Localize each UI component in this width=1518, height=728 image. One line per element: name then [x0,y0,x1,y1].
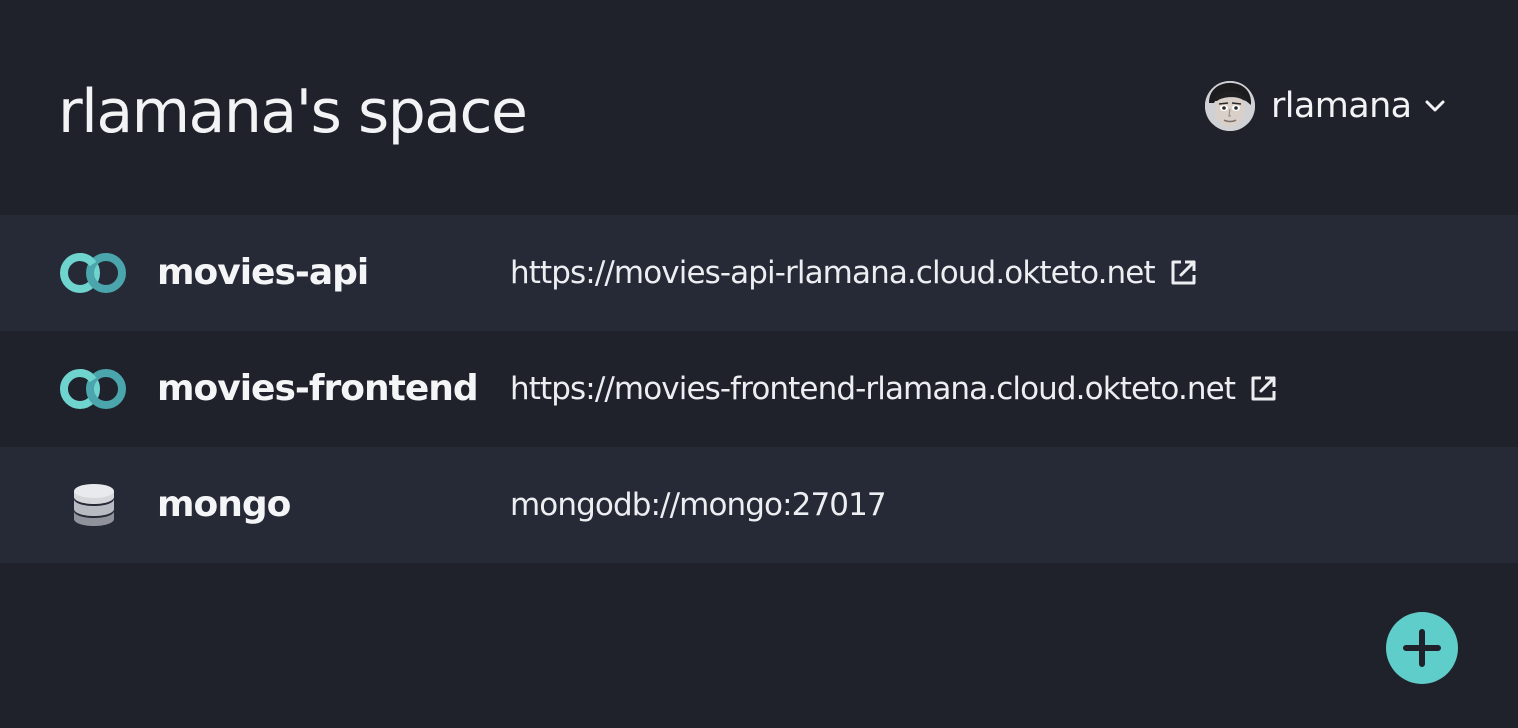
user-avatar[interactable] [1205,81,1255,131]
okteto-service-icon [58,331,130,447]
service-row-movies-frontend[interactable]: movies-frontend https://movies-frontend-… [0,331,1518,447]
service-name[interactable]: movies-api [157,215,369,331]
database-icon [58,447,130,563]
header: rlamana's space rlamana [0,0,1518,215]
service-row-movies-api[interactable]: movies-api https://movies-api-rlamana.cl… [0,215,1518,331]
plus-icon [1403,629,1441,667]
add-service-button[interactable] [1386,612,1458,684]
service-name[interactable]: mongo [157,447,291,563]
endpoint-text: mongodb://mongo:27017 [510,487,887,523]
username[interactable]: rlamana [1271,86,1412,126]
okteto-service-icon [58,215,130,331]
service-row-mongo[interactable]: mongo mongodb://mongo:27017 [0,447,1518,563]
service-endpoint: https://movies-api-rlamana.cloud.okteto.… [510,215,1199,331]
page-title: rlamana's space [58,77,528,147]
chevron-down-icon[interactable] [1422,93,1448,119]
service-endpoint: https://movies-frontend-rlamana.cloud.ok… [510,331,1279,447]
endpoint-link[interactable]: https://movies-frontend-rlamana.cloud.ok… [510,371,1236,407]
service-endpoint: mongodb://mongo:27017 [510,447,887,563]
user-menu[interactable]: rlamana [1205,80,1448,132]
external-link-icon[interactable] [1247,373,1279,405]
endpoint-link[interactable]: https://movies-api-rlamana.cloud.okteto.… [510,255,1156,291]
service-name[interactable]: movies-frontend [157,331,479,447]
services-list: movies-api https://movies-api-rlamana.cl… [0,215,1518,563]
external-link-icon[interactable] [1167,257,1199,289]
